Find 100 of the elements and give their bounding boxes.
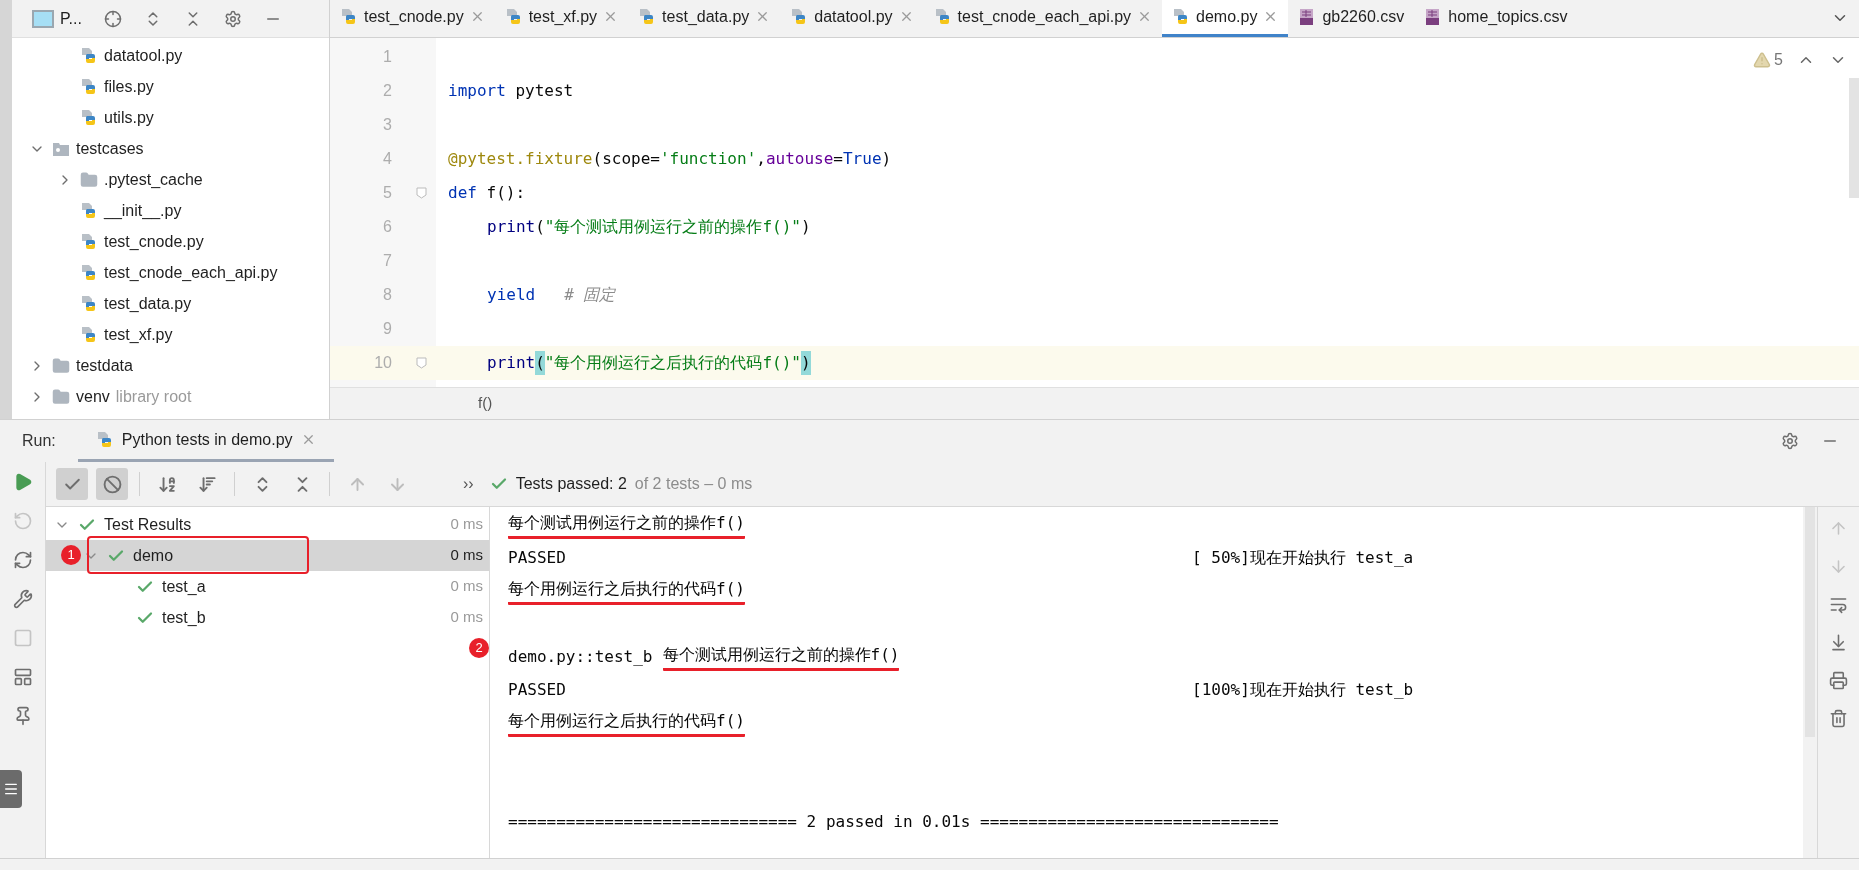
scrollbar-thumb[interactable] (1849, 78, 1859, 198)
editor-tab[interactable]: home_topics.csv (1414, 0, 1578, 37)
file-name: files.py (104, 76, 154, 97)
code-token: print (487, 352, 536, 374)
python-file-icon (80, 325, 98, 344)
code-token: "每个测试用例运行之前的操作f()" (544, 216, 801, 238)
code-token: import (448, 80, 506, 102)
line-number: 7 (383, 251, 392, 271)
line-number: 10 (374, 353, 392, 373)
project-tree-item[interactable]: .pytest_cache (12, 164, 329, 195)
test-result-row[interactable]: test_a 0 ms (46, 571, 489, 602)
ban-toggle[interactable] (96, 468, 128, 500)
menu-icon[interactable] (0, 770, 22, 808)
python-file-icon (80, 108, 98, 127)
editor-tab[interactable]: test_data.py (628, 0, 781, 37)
code-token: yield (487, 284, 536, 306)
locate-icon[interactable] (103, 9, 122, 28)
tests-passed-label: Tests passed: 2 (515, 474, 627, 494)
file-name: test_xf.py (104, 324, 173, 345)
refresh-icon[interactable] (12, 550, 33, 570)
code-token: = (833, 148, 843, 170)
panel-title[interactable]: P... (60, 6, 82, 31)
test-result-row[interactable]: test_b 0 ms (46, 602, 489, 633)
line-number: 8 (383, 285, 392, 305)
test-duration: 0 ms (450, 545, 483, 566)
test-name: demo (133, 545, 174, 566)
editor-tab[interactable]: test_xf.py (494, 0, 629, 37)
project-tree-item[interactable]: __init__.py (12, 195, 329, 226)
ban-icon (102, 474, 122, 494)
folder-note: library root (115, 386, 192, 407)
line-number: 4 (383, 149, 392, 169)
python-file-icon (80, 77, 98, 96)
code-token: ( (535, 216, 545, 238)
folder-icon (52, 356, 70, 375)
line-number: 6 (383, 217, 392, 237)
wrench-icon[interactable] (12, 589, 33, 609)
python-file-icon (80, 294, 98, 313)
test-duration: 0 ms (450, 607, 483, 628)
project-tree-item[interactable]: testdata (12, 350, 329, 381)
project-tree-item[interactable]: datatool.py (12, 40, 329, 71)
editor-tab[interactable]: datatool.py (780, 0, 924, 37)
code-token: "每个用例运行之后执行的代码f()" (544, 352, 801, 374)
console-text: demo.py::test_b (508, 645, 653, 668)
editor-tab[interactable]: test_cnode_each_api.py (923, 0, 1163, 37)
console-text: 每个用例运行之后执行的代码f() (508, 576, 745, 605)
console-text: [ 50%]现在开始执行 test_a (1192, 546, 1414, 569)
file-name: __init__.py (104, 200, 182, 222)
project-tree-item[interactable]: files.py (12, 71, 329, 102)
code-token: 'function' (659, 148, 757, 170)
layout-icon[interactable] (12, 667, 33, 687)
line-number: 5 (383, 183, 392, 203)
settings-icon[interactable] (1781, 432, 1799, 450)
line-number: 2 (383, 81, 392, 101)
project-tree-item[interactable]: test_cnode.py (12, 226, 329, 257)
file-name: test_cnode_each_api.py (104, 262, 278, 283)
project-tree-item[interactable]: test_data.py (12, 288, 329, 319)
project-tree-item[interactable]: venv library root (12, 381, 329, 412)
code-token: ) (801, 351, 811, 375)
code-token: (scope= (592, 148, 660, 170)
code-token: @pytest.fixture (448, 148, 593, 170)
trash-icon[interactable] (1829, 709, 1848, 728)
python-file-icon (80, 263, 98, 282)
python-file-icon (933, 7, 952, 26)
project-tree-item[interactable]: test_cnode_each_api.py (12, 257, 329, 288)
test-result-row[interactable]: Test Results 0 ms (46, 509, 489, 540)
file-name: utils.py (104, 107, 154, 128)
test-name: Test Results (104, 514, 192, 535)
breadcrumb[interactable]: f() (478, 392, 493, 415)
console-text: 每个测试用例运行之前的操作f() (662, 642, 900, 671)
line-number: 9 (383, 319, 392, 339)
line-number: 3 (383, 115, 392, 135)
console-text: 每个测试用例运行之前的操作f() (508, 510, 745, 539)
python-file-icon (95, 430, 114, 449)
python-file-icon (504, 7, 523, 26)
code-token: ( (535, 351, 545, 375)
editor-tab[interactable]: demo.py (1162, 0, 1289, 37)
console-text: [100%]现在开始执行 test_b (1192, 678, 1414, 701)
settings-icon[interactable] (223, 9, 242, 28)
scrollbar-thumb[interactable] (1805, 507, 1815, 737)
line-number: 1 (383, 47, 392, 67)
project-tree-item[interactable]: test_xf.py (12, 319, 329, 350)
console-text: PASSED (508, 546, 566, 569)
sort-alpha-icon (157, 474, 177, 494)
warning-count[interactable]: 5 (1774, 48, 1783, 72)
more-button[interactable]: ›› (463, 472, 474, 496)
editor-tab[interactable]: gb2260.csv (1288, 0, 1415, 37)
test-name: test_b (162, 607, 206, 628)
run-tab[interactable]: Python tests in demo.py (77, 420, 334, 462)
project-tree-item[interactable]: utils.py (12, 102, 329, 133)
console-text: ============================== 2 passed in 0.01s =============================== (508, 810, 1279, 833)
code-token: ) (801, 216, 811, 238)
file-name: test_data.py (104, 293, 192, 314)
project-tree-item[interactable]: testcases (12, 133, 329, 164)
editor-tab[interactable]: test_cnode.py (330, 0, 495, 37)
printer-icon[interactable] (1829, 671, 1848, 690)
code-token: pytest (514, 80, 574, 102)
scroll-end-icon[interactable] (1829, 633, 1848, 652)
code-token: def (448, 182, 477, 204)
wrap-icon[interactable] (1829, 595, 1848, 614)
check-toggle[interactable] (56, 468, 88, 500)
